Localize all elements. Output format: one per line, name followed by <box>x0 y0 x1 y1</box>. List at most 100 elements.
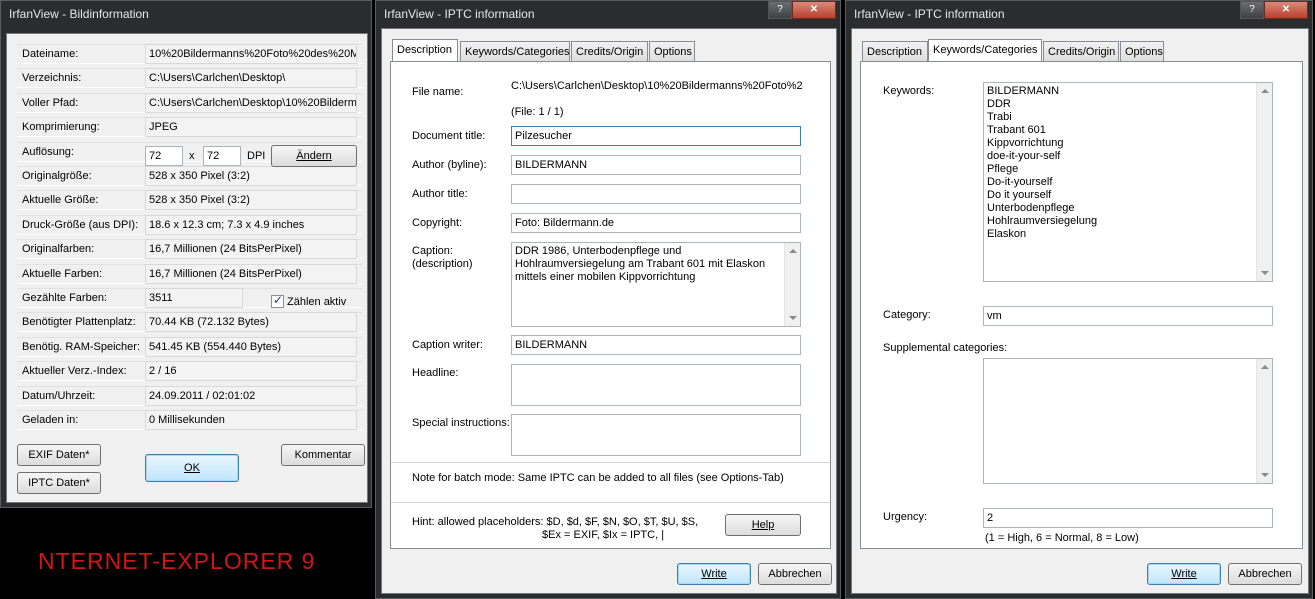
zaehlen-checkbox[interactable] <box>271 293 284 308</box>
tab-description[interactable]: Description <box>392 39 458 61</box>
window-controls: ? ✕ <box>768 1 836 19</box>
info-row-value: 24.09.2011 / 02:01:02 <box>145 386 357 406</box>
document-title-input[interactable]: Pilzesucher <box>511 126 801 146</box>
info-row-label: Gezählte Farben: <box>22 292 107 304</box>
info-row-value: JPEG <box>145 117 357 137</box>
headline-label: Headline: <box>412 367 459 379</box>
cancel-button[interactable]: Abbrechen <box>758 563 832 585</box>
dpi-y-input[interactable]: 72 <box>203 146 241 166</box>
info-row-value: C:\Users\Carlchen\Desktop\ <box>145 68 357 88</box>
caption-textarea[interactable]: DDR 1986, Unterbodenpflege und Hohlraumv… <box>511 242 801 327</box>
keyword-line: Trabi <box>987 111 1012 123</box>
write-button[interactable]: Write <box>1147 563 1221 585</box>
info-row-label: Benötigter Plattenplatz: <box>22 316 136 328</box>
exif-data-button[interactable]: EXIF Daten* <box>17 444 101 466</box>
urgency-input[interactable]: 2 <box>983 508 1273 528</box>
keyword-line: doe-it-your-self <box>987 150 1061 162</box>
supplemental-textarea[interactable] <box>983 358 1273 484</box>
dpi-x-input[interactable]: 72 <box>145 146 183 166</box>
file-name-label: File name: <box>412 86 464 98</box>
iptc-description-window: IrfanView - IPTC information ? ✕ Descrip… <box>375 0 841 599</box>
write-label: Write <box>701 568 727 580</box>
keyword-line: BILDERMANN <box>987 85 1060 97</box>
keyword-line: Kippvorrichtung <box>987 137 1064 149</box>
info-row-value: 16,7 Millionen (24 BitsPerPixel) <box>145 264 357 284</box>
ok-button[interactable]: OK <box>145 454 239 482</box>
document-title-label: Document title: <box>412 130 486 142</box>
tab-keywords[interactable]: Keywords/Categories <box>460 41 570 61</box>
close-icon[interactable]: ✕ <box>1264 1 1308 19</box>
category-input[interactable]: vm <box>983 306 1273 326</box>
divider <box>391 462 830 463</box>
info-row-value: 2 / 16 <box>145 361 357 381</box>
help-icon[interactable]: ? <box>768 1 792 19</box>
info-row-value: 10%20Bildermanns%20Foto%20des%20Mor <box>145 44 357 64</box>
iptc-label: IPTC Daten* <box>28 477 90 489</box>
cancel-button[interactable]: Abbrechen <box>1228 563 1302 585</box>
author-title-input[interactable] <box>511 184 801 204</box>
dpi-separator: x <box>189 150 195 162</box>
dpi-unit: DPI <box>247 150 266 162</box>
caption-line: mittels einer mobilen Kippvorrichtung <box>515 271 696 283</box>
tab-strip: Description Keywords/Categories Credits/… <box>390 39 830 61</box>
tab-description[interactable]: Description <box>862 41 928 61</box>
iptc-client: Description Keywords/Categories Credits/… <box>381 28 837 594</box>
caption-writer-label: Caption writer: <box>412 339 483 351</box>
caption-line: Hohlraumversiegelung am Trabant 601 mit … <box>515 258 766 270</box>
kommentar-button[interactable]: Kommentar <box>281 444 365 466</box>
caption-scrollbar[interactable] <box>784 243 800 326</box>
caption-writer-input[interactable]: BILDERMANN <box>511 335 801 355</box>
keywords-label: Keywords: <box>883 85 935 97</box>
supplemental-label: Supplemental categories: <box>883 342 1008 354</box>
help-icon[interactable]: ? <box>1240 1 1264 19</box>
description-panel: File name: C:\Users\Carlchen\Desktop\10%… <box>390 61 831 549</box>
close-icon[interactable]: ✕ <box>792 1 836 19</box>
keyword-line: Hohlraumversiegelung <box>987 215 1098 227</box>
bildinformation-client: Dateiname: 10%20Bildermanns%20Foto%20des%… <box>6 33 368 503</box>
info-row-value: 3511 <box>145 288 243 308</box>
keywords-scrollbar[interactable] <box>1256 83 1272 281</box>
keywords-textarea[interactable]: BILDERMANN DDR Trabi Trabant 601 Kippvorrich… <box>983 82 1273 282</box>
tab-options[interactable]: Options <box>1120 41 1164 61</box>
info-row-label: Voller Pfad: <box>22 97 79 109</box>
tab-options[interactable]: Options <box>649 41 695 61</box>
iptc-client: Description Keywords/Categories Credits/… <box>851 28 1309 594</box>
caption-sublabel: (description) <box>412 258 473 270</box>
tab-credits[interactable]: Credits/Origin <box>1043 41 1119 61</box>
andern-label: Ändern <box>296 150 332 162</box>
special-instructions-input[interactable] <box>511 414 801 456</box>
hint-line-2: $Ex = EXIF, $Ix = IPTC, | <box>542 529 665 541</box>
info-row-label: Komprimierung: <box>22 121 100 133</box>
file-count: (File: 1 / 1) <box>511 106 564 118</box>
copyright-input[interactable]: Foto: Bildermann.de <box>511 213 801 233</box>
help-button[interactable]: Help <box>725 514 801 536</box>
window-controls: ? ✕ <box>1240 1 1308 19</box>
tab-credits[interactable]: Credits/Origin <box>571 41 648 61</box>
andern-button[interactable]: Ändern <box>271 145 357 167</box>
headline-input[interactable] <box>511 364 801 406</box>
info-row-label: Datum/Uhrzeit: <box>22 390 96 402</box>
keyword-line: Elaskon <box>987 228 1027 240</box>
keyword-line: Do-it-yourself <box>987 176 1053 188</box>
divider <box>391 502 830 503</box>
keyword-line: Pflege <box>987 163 1019 175</box>
window-title: IrfanView - Bildinformation <box>9 7 149 21</box>
tab-keywords[interactable]: Keywords/Categories <box>928 39 1042 61</box>
cancel-label: Abbrechen <box>768 568 822 580</box>
iptc-data-button[interactable]: IPTC Daten* <box>17 472 101 494</box>
supplemental-scrollbar[interactable] <box>1256 359 1272 483</box>
info-row-label: Aktuelle Größe: <box>22 194 99 206</box>
caption-label: Caption: <box>412 245 453 257</box>
keywords-panel: Keywords: BILDERMANN DDR Trabi Trabant 601 K… <box>860 61 1303 549</box>
file-name-value: C:\Users\Carlchen\Desktop\10%20Bilderman… <box>511 80 803 92</box>
info-row-label: Auflösung: <box>22 146 74 158</box>
zaehlen-label[interactable]: Zählen aktiv <box>287 296 346 308</box>
keyword-line: DDR <box>987 98 1011 110</box>
help-label: Help <box>751 519 775 531</box>
category-label: Category: <box>883 309 931 321</box>
author-input[interactable]: BILDERMANN <box>511 155 801 175</box>
hint-line-1: Hint: allowed placeholders: $D, $d, $F, … <box>412 516 699 528</box>
write-button[interactable]: Write <box>677 563 751 585</box>
urgency-label: Urgency: <box>883 511 928 523</box>
author-title-label: Author title: <box>412 188 468 200</box>
